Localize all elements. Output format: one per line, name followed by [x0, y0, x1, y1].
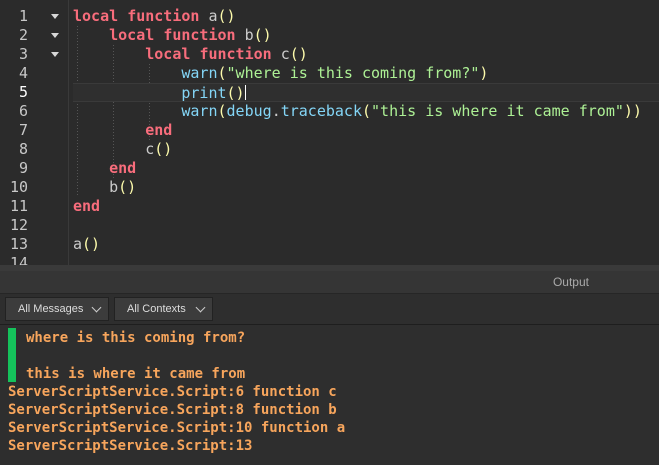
line-number: 6	[18, 102, 28, 120]
line-number: 9	[18, 159, 28, 177]
output-header: Output	[0, 271, 659, 294]
code-line-13: a()	[73, 235, 101, 253]
line-number: 10	[9, 178, 28, 196]
code-area[interactable]: local function a() local function b() lo…	[73, 0, 659, 265]
line-number: 4	[18, 64, 28, 82]
output-title: Output	[552, 275, 589, 289]
code-line-6: warn(debug.traceback("this is where it c…	[181, 102, 642, 120]
chevron-down-icon	[91, 302, 102, 313]
script-editor[interactable]: 1 2 3 4 5 6 7 8 9 10 11 12 13 14 local f…	[0, 0, 659, 265]
text-caret	[244, 85, 246, 100]
output-log[interactable]: where is this coming from? this is where…	[0, 326, 659, 465]
line-number: 14	[9, 254, 28, 265]
line-number: 2	[18, 26, 28, 44]
line-number: 7	[18, 121, 28, 139]
context-filter-label: All Contexts	[127, 303, 186, 315]
output-panel: Output All Messages All Contexts where i…	[0, 271, 659, 465]
code-line-2: local function b()	[109, 26, 272, 44]
log-message: where is this coming from?	[26, 330, 246, 346]
chevron-down-icon	[195, 302, 206, 313]
code-line-5-current: print()	[73, 83, 659, 102]
log-message: this is where it came from	[26, 366, 246, 382]
code-line-7: end	[145, 121, 173, 139]
log-message: ServerScriptService.Script:13	[8, 438, 253, 454]
code-line-10: b()	[109, 178, 137, 196]
log-message: ServerScriptService.Script:8 function b	[8, 402, 337, 418]
log-message: ServerScriptService.Script:6 function c	[8, 384, 337, 400]
line-number-gutter: 1 2 3 4 5 6 7 8 9 10 11 12 13 14	[0, 0, 69, 265]
code-line-3: local function c()	[145, 45, 308, 63]
line-number: 8	[18, 140, 28, 158]
code-line-8: c()	[145, 140, 173, 158]
line-number: 13	[9, 235, 28, 253]
fold-chevron-down-icon[interactable]	[51, 52, 59, 57]
fold-chevron-down-icon[interactable]	[51, 33, 59, 38]
message-filter-label: All Messages	[18, 303, 84, 315]
line-number-current: 5	[18, 83, 28, 101]
output-toolbar: All Messages All Contexts	[0, 294, 659, 325]
fold-chevron-down-icon[interactable]	[51, 14, 59, 19]
code-line-4: warn("where is this coming from?")	[181, 64, 489, 82]
code-line-11: end	[73, 197, 101, 215]
line-number: 11	[9, 197, 28, 215]
line-number: 3	[18, 45, 28, 63]
message-group-marker	[8, 328, 16, 382]
message-filter-dropdown[interactable]: All Messages	[5, 297, 109, 321]
context-filter-dropdown[interactable]: All Contexts	[114, 297, 213, 321]
line-number: 12	[9, 216, 28, 234]
line-number: 1	[18, 7, 28, 25]
code-line-9: end	[109, 159, 137, 177]
log-message: ServerScriptService.Script:10 function a	[8, 420, 346, 436]
code-line-1: local function a()	[73, 7, 236, 25]
